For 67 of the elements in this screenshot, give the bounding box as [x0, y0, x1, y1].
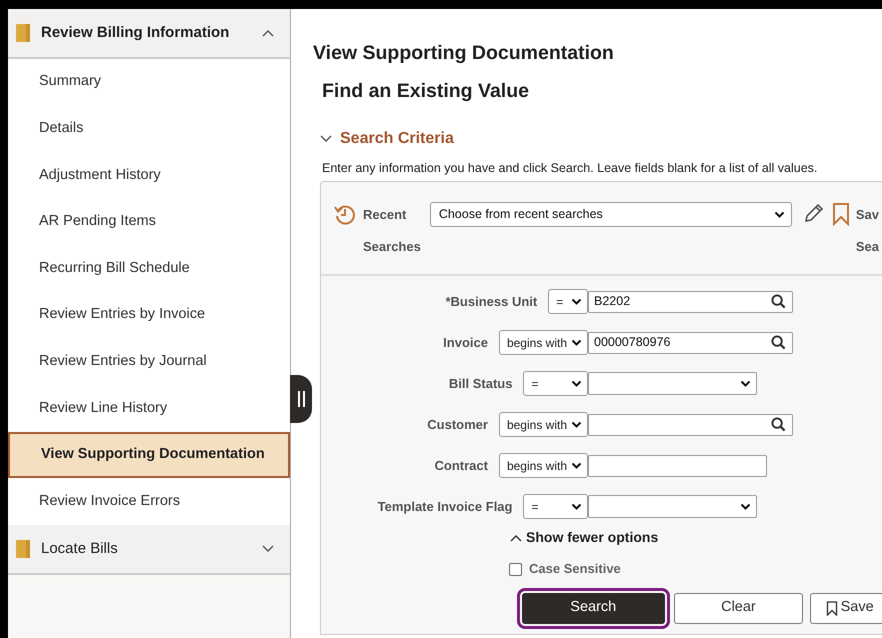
nav-item[interactable]: Review Entries by Invoice [8, 292, 290, 339]
search-button[interactable]: Search [522, 592, 665, 624]
nav-item[interactable]: Adjustment History [8, 152, 290, 199]
nav-item[interactable]: Summary [8, 59, 290, 106]
save-label: Sav [856, 206, 879, 224]
lookup-field[interactable]: B2202 [588, 290, 793, 313]
nav-item[interactable]: Review Line History [8, 385, 290, 432]
value-select[interactable] [588, 372, 757, 396]
pencil-icon[interactable] [802, 202, 825, 224]
operator-select[interactable]: begins with [498, 453, 588, 478]
operator-select[interactable]: = [548, 289, 588, 314]
section-header[interactable]: Locate Bills [8, 524, 290, 575]
field-label: Bill Status [448, 375, 512, 393]
chevron-up-icon [262, 29, 274, 37]
caret-icon [571, 462, 582, 470]
operator-select[interactable]: = [523, 494, 588, 520]
recent-label: Searches [363, 238, 421, 256]
bookmark-icon[interactable] [832, 202, 850, 226]
caret-icon [774, 210, 785, 219]
field-label: *Business Unit [444, 293, 538, 311]
field-label: Template Invoice Flag [376, 498, 512, 516]
nav-item[interactable]: Review Entries by Journal [8, 338, 290, 386]
recent-searches-select[interactable]: Choose from recent searches [430, 202, 792, 228]
section-header[interactable]: Review Billing Information [8, 9, 290, 59]
chevron-down-icon [262, 544, 274, 553]
show-fewer-options-link[interactable]: Show fewer options [510, 527, 658, 548]
checkbox-label: Case Sensitive [529, 560, 621, 578]
lookup-field[interactable] [588, 414, 793, 436]
operator-select[interactable]: begins with [498, 330, 588, 356]
caret-icon [740, 502, 751, 511]
caret-icon [571, 420, 582, 429]
save-label: Sea [856, 238, 879, 256]
chevron-down-icon [320, 134, 332, 142]
nav-item[interactable]: Recurring Bill Schedule [8, 245, 290, 292]
checkbox[interactable] [509, 562, 522, 576]
clear-button[interactable]: Clear [674, 592, 804, 624]
search-icon[interactable] [771, 417, 786, 432]
page-heading: Find an Existing Value [322, 79, 530, 104]
field-label: Customer [426, 416, 488, 434]
operator-select[interactable]: = [523, 371, 588, 396]
folder-icon [15, 23, 31, 43]
save-button[interactable]: Save [810, 592, 882, 624]
splitter-handle[interactable] [290, 375, 312, 423]
lookup-field[interactable]: 00000780976 [588, 332, 793, 354]
chevron-up-icon [510, 534, 522, 542]
nav-item[interactable]: Review Invoice Errors [8, 478, 290, 525]
caret-icon [571, 338, 582, 347]
page-title: View Supporting Documentation [313, 41, 615, 66]
search-icon[interactable] [771, 335, 786, 350]
field-label: Contract [434, 457, 488, 475]
input-field[interactable] [588, 454, 767, 477]
recent-label: Recent [363, 206, 408, 224]
search-criteria-toggle[interactable]: Search Criteria [320, 126, 454, 150]
caret-icon [740, 380, 751, 388]
instructions: Enter any information you have and click Search. Leave fields blank for a list of all values. [322, 160, 818, 177]
nav-item[interactable]: View Supporting Documentation [8, 432, 290, 478]
operator-select[interactable]: begins with [498, 412, 588, 438]
folder-icon [15, 538, 31, 559]
caret-icon [571, 502, 582, 511]
value-select[interactable] [588, 495, 757, 518]
nav-item[interactable]: Details [8, 106, 290, 152]
search-icon[interactable] [771, 294, 786, 310]
caret-icon [571, 380, 582, 388]
caret-icon [571, 298, 582, 306]
nav-item[interactable]: AR Pending Items [8, 198, 290, 246]
field-label: Invoice [442, 334, 488, 352]
bookmark-icon [826, 600, 838, 616]
